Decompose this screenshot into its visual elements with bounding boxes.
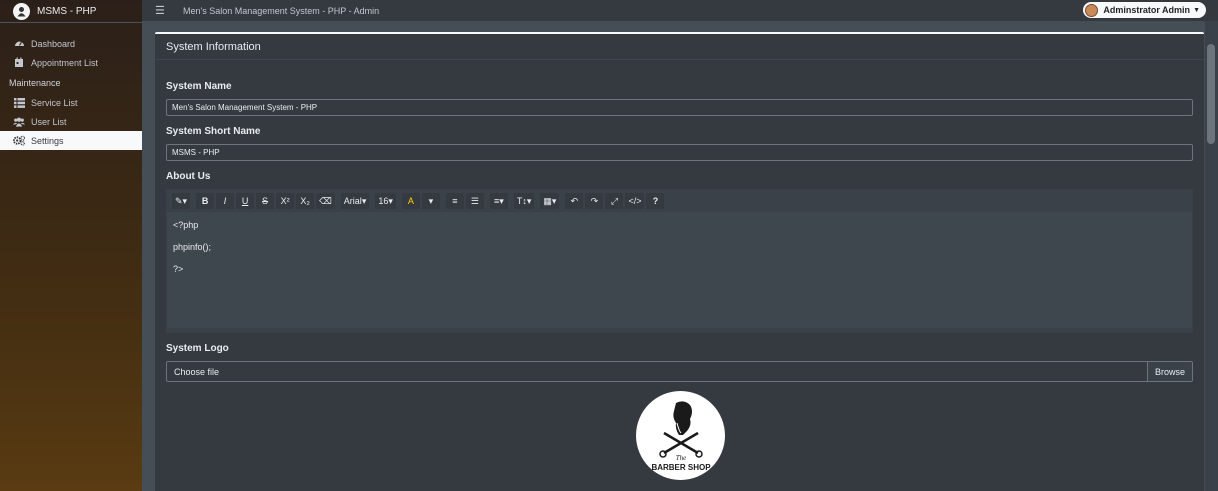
subscript-icon[interactable]: X₂	[296, 193, 315, 209]
sidebar-item-service-list[interactable]: Service List	[0, 93, 142, 112]
sidebar-item-appointment-list[interactable]: Appointment List	[0, 53, 142, 72]
svg-text:BARBER SHOP: BARBER SHOP	[651, 463, 711, 472]
bold-icon[interactable]: B	[196, 193, 215, 209]
browse-button[interactable]: Browse	[1146, 362, 1192, 381]
user-menu-button[interactable]: Adminstrator Admin ▼	[1083, 2, 1206, 18]
brand[interactable]: MSMS - PHP	[0, 0, 142, 23]
list-icon	[13, 97, 25, 109]
svg-text:The: The	[675, 454, 686, 462]
about-us-editor[interactable]: ✎▾ B I U S X² X₂ ⌫ Arial ▾ 16 ▾ A ▾ ≡ ☰ ≡▾…	[166, 189, 1193, 333]
dashboard-icon	[13, 38, 25, 50]
sidebar-item-label: Dashboard	[31, 38, 76, 49]
calendar-icon	[13, 57, 25, 69]
editor-content[interactable]: <?php phpinfo(); ?>	[167, 212, 1192, 294]
ordered-list-icon[interactable]: ≡	[445, 193, 464, 209]
brand-name: MSMS - PHP	[37, 5, 97, 17]
fullscreen-icon[interactable]: ⤢	[605, 193, 624, 209]
sidebar-item-label: User List	[31, 116, 67, 127]
scrollbar-thumb[interactable]	[1207, 44, 1215, 144]
color-dropdown-icon[interactable]: ▾	[421, 193, 440, 209]
page-scrollbar[interactable]	[1205, 21, 1218, 491]
card-title: System Information	[155, 34, 1204, 60]
file-placeholder: Choose file	[174, 366, 220, 377]
avatar	[1085, 3, 1099, 17]
superscript-icon[interactable]: X²	[276, 193, 295, 209]
sidebar-item-settings[interactable]: Settings	[0, 131, 142, 150]
unordered-list-icon[interactable]: ☰	[465, 193, 484, 209]
underline-icon[interactable]: U	[236, 193, 255, 209]
sidebar-item-dashboard[interactable]: Dashboard	[0, 34, 142, 53]
undo-icon[interactable]: ↶	[565, 193, 584, 209]
sidebar-item-label: Appointment List	[31, 57, 99, 68]
barber-shop-logo-icon: The BARBER SHOP	[651, 400, 711, 472]
sidebar-item-label: Settings	[31, 135, 64, 146]
main-content: System Information System Name Men's Sal…	[142, 21, 1218, 491]
code-view-icon[interactable]: </>	[625, 193, 645, 209]
chevron-down-icon: ▼	[1193, 6, 1200, 14]
system-logo-image: The BARBER SHOP	[636, 391, 725, 480]
users-icon	[13, 116, 25, 128]
eraser-icon[interactable]: ⌫	[316, 193, 335, 209]
system-short-name-label: System Short Name	[166, 126, 261, 137]
line-height-icon[interactable]: T↕▾	[513, 193, 535, 209]
font-size-dropdown[interactable]: 16 ▾	[375, 193, 396, 209]
strikethrough-icon[interactable]: S	[256, 193, 275, 209]
system-info-card: System Information System Name Men's Sal…	[155, 32, 1204, 491]
font-family-dropdown[interactable]: Arial ▾	[340, 193, 370, 209]
sidebar-section-header: Maintenance	[9, 77, 61, 88]
redo-icon[interactable]: ↷	[585, 193, 604, 209]
editor-line: phpinfo();	[173, 242, 212, 252]
sidebar: MSMS - PHP Dashboard Appointment List Ma…	[0, 0, 142, 491]
table-icon[interactable]: ▦▾	[540, 193, 560, 209]
magic-style-icon[interactable]: ✎▾	[172, 193, 191, 209]
page-title: Men's Salon Management System - PHP - Ad…	[183, 5, 380, 16]
cogs-icon	[13, 135, 25, 147]
sidebar-item-user-list[interactable]: User List	[0, 112, 142, 131]
editor-line: ?>	[173, 264, 184, 274]
sidebar-item-label: Service List	[31, 97, 78, 108]
editor-toolbar: ✎▾ B I U S X² X₂ ⌫ Arial ▾ 16 ▾ A ▾ ≡ ☰ ≡▾…	[167, 190, 1192, 212]
system-short-name-input[interactable]: MSMS - PHP	[166, 144, 1193, 161]
italic-icon[interactable]: I	[216, 193, 235, 209]
logo-file-input[interactable]: Choose file Browse	[166, 361, 1193, 382]
topbar: ☰ Men's Salon Management System - PHP - …	[142, 0, 1218, 21]
about-us-label: About Us	[166, 171, 211, 182]
system-name-input[interactable]: Men's Salon Management System - PHP	[166, 99, 1193, 116]
brand-logo-icon	[13, 2, 30, 20]
system-name-label: System Name	[166, 81, 232, 92]
editor-resize-handle[interactable]	[167, 328, 1192, 332]
editor-line: <?php	[173, 220, 199, 230]
help-icon[interactable]: ?	[646, 193, 665, 209]
paragraph-align-icon[interactable]: ≡▾	[489, 193, 508, 209]
highlight-color-icon[interactable]: A	[401, 193, 420, 209]
hamburger-menu-icon[interactable]: ☰	[155, 4, 165, 17]
system-logo-label: System Logo	[166, 343, 229, 354]
user-name: Adminstrator Admin	[1103, 5, 1191, 15]
